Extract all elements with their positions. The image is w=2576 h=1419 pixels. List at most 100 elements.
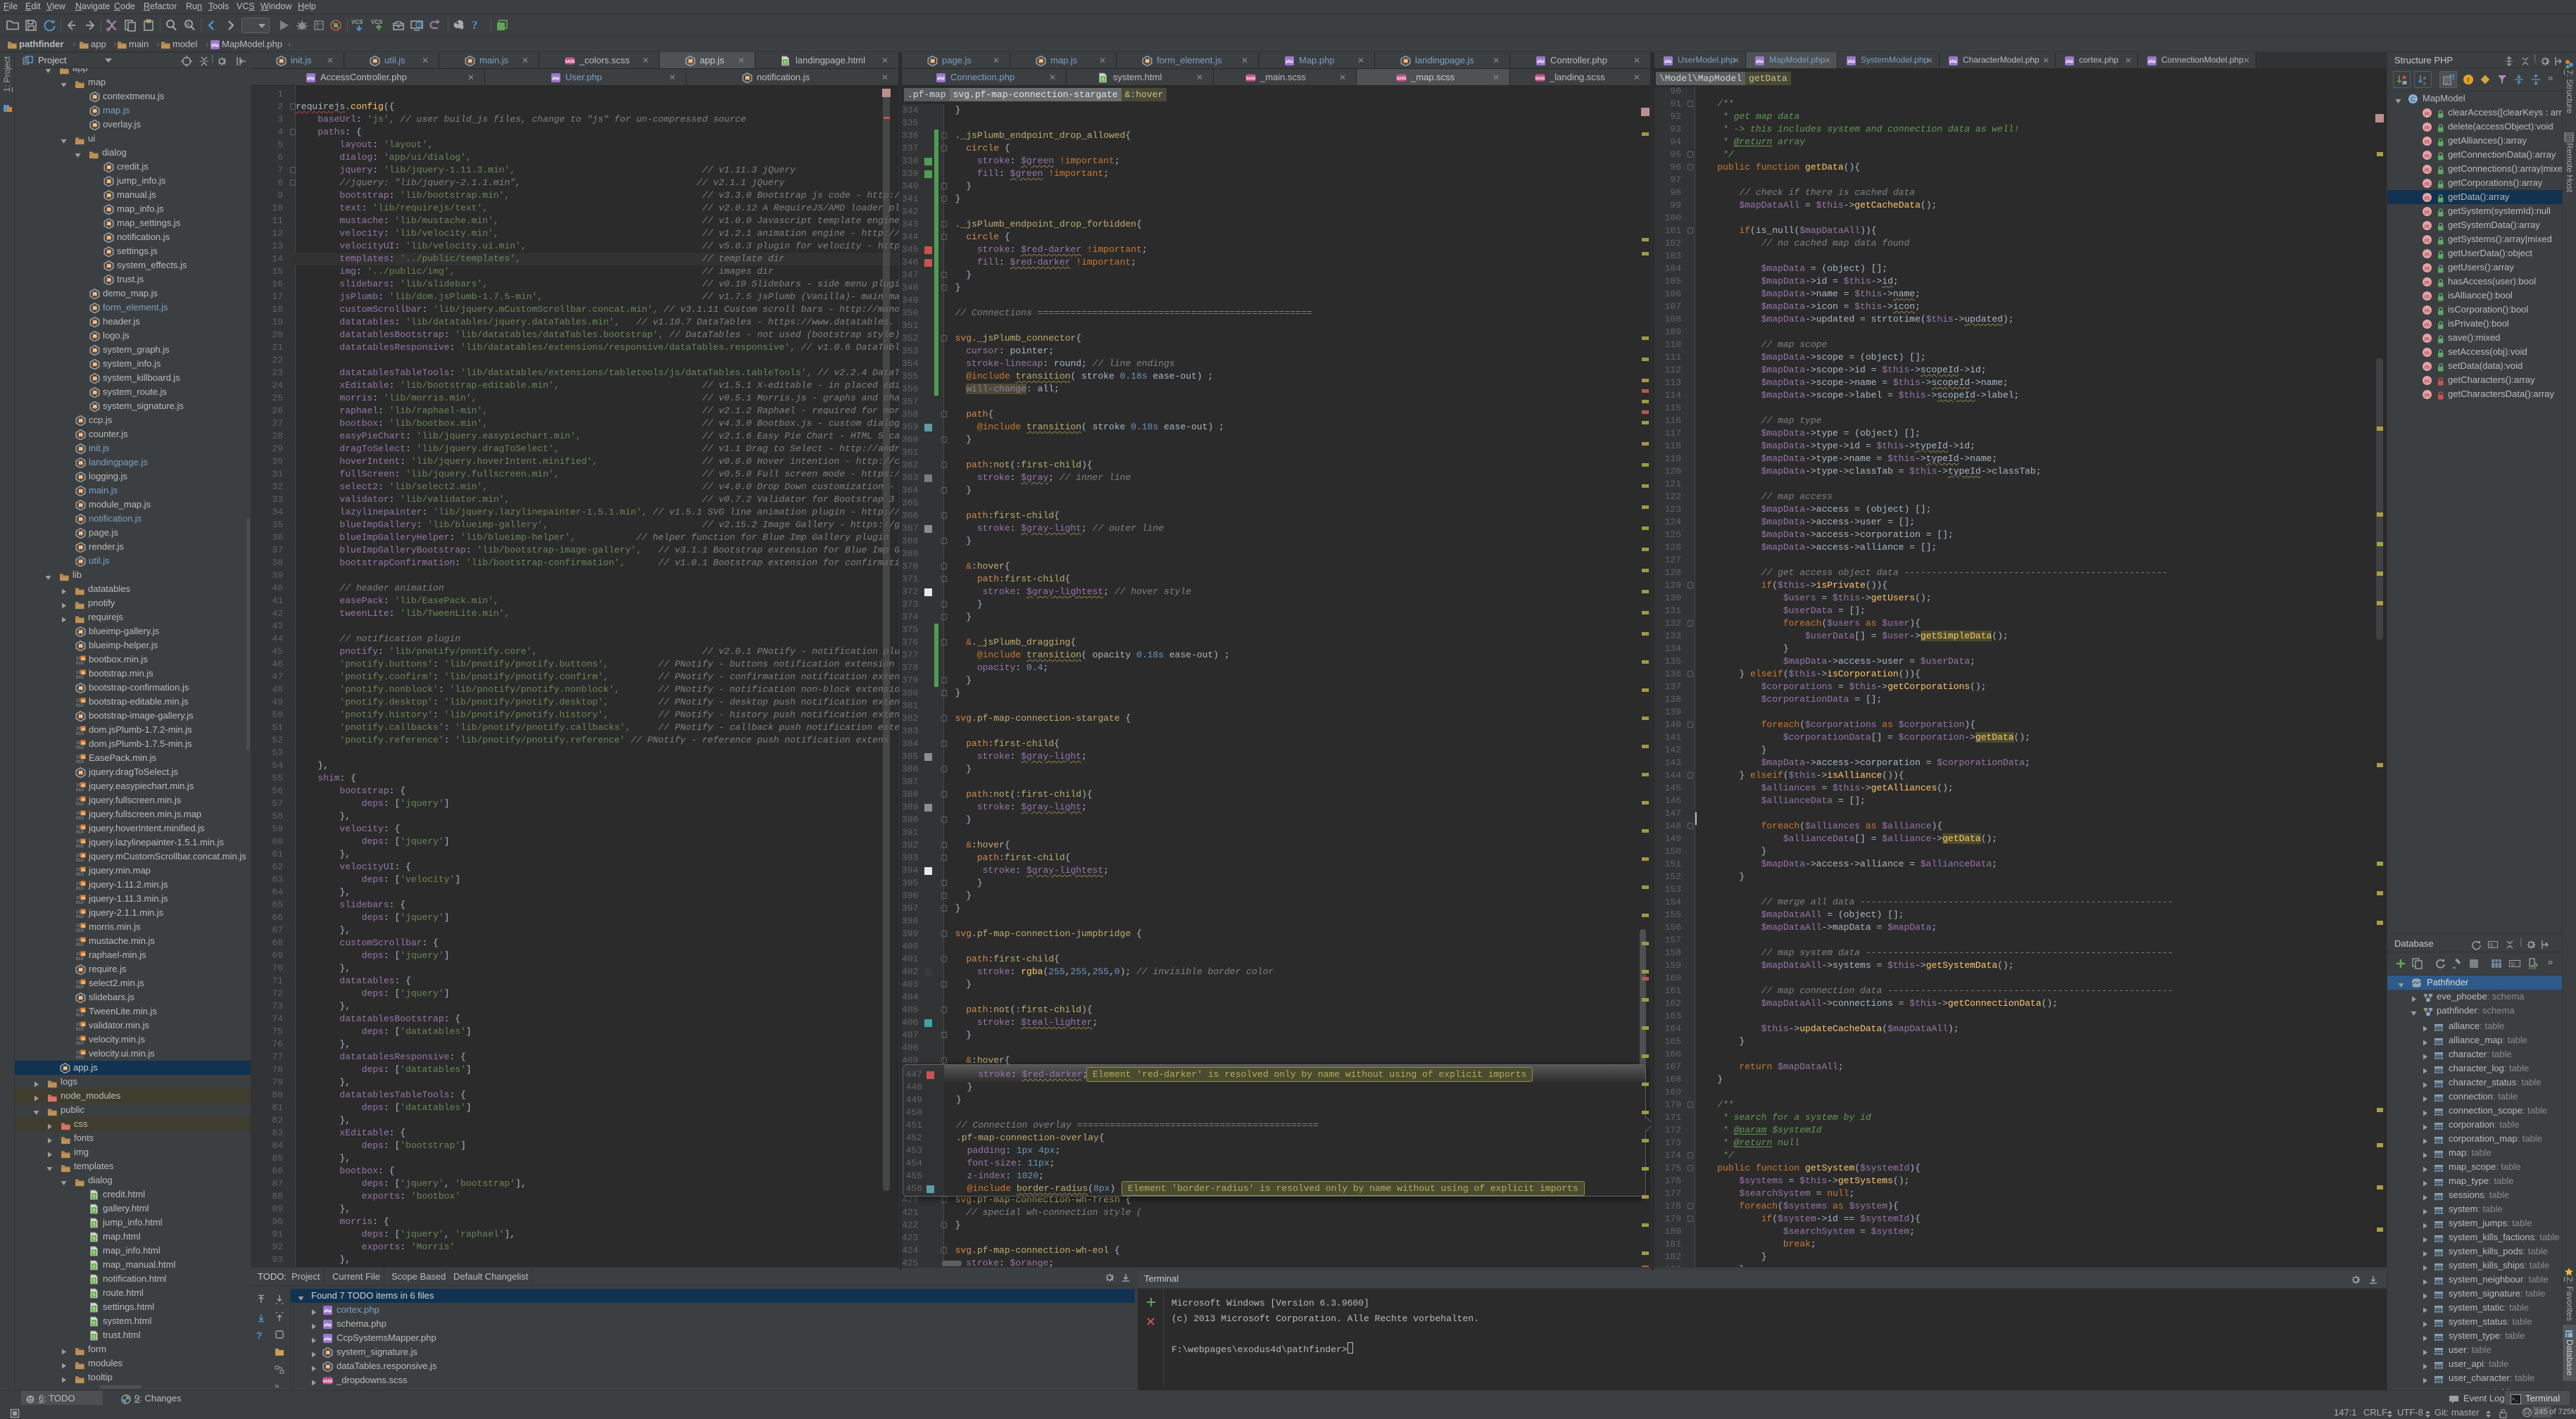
svg-text:JS: JS (279, 59, 284, 63)
svg-text:php: php (1286, 60, 1293, 64)
svg-text:php: php (1664, 60, 1672, 64)
svg-text:010: 010 (76, 759, 84, 764)
svg-text:JS: JS (92, 391, 97, 395)
svg-text:JS: JS (81, 869, 86, 873)
svg-text:JS: JS (688, 59, 693, 63)
svg-text:JS: JS (81, 784, 86, 788)
svg-text:JS: JS (81, 1009, 86, 1014)
svg-text:JS: JS (92, 109, 97, 113)
svg-text:VCS: VCS (351, 19, 363, 25)
svg-text:m: m (2425, 208, 2430, 215)
svg-text:010: 010 (76, 872, 84, 876)
svg-text:m: m (2425, 152, 2430, 159)
svg-text:JS: JS (92, 377, 97, 381)
svg-text:DDL: DDL (2529, 966, 2537, 970)
svg-text:SASS: SASS (323, 1380, 333, 1384)
svg-text:m: m (2425, 110, 2430, 117)
svg-text:JS: JS (1145, 59, 1150, 63)
svg-text:JS: JS (92, 95, 97, 99)
svg-text:010: 010 (76, 900, 84, 904)
svg-text:php: php (552, 77, 560, 81)
svg-text:JS: JS (81, 728, 86, 732)
svg-text:m: m (2425, 194, 2430, 201)
svg-text:JS: JS (81, 925, 86, 929)
svg-text:JS: JS (78, 560, 83, 564)
svg-text:JS: JS (78, 644, 83, 648)
svg-text:>_: >_ (2512, 1397, 2518, 1403)
svg-text:m: m (2425, 293, 2430, 300)
svg-text:m: m (2425, 321, 2430, 328)
svg-text:JS: JS (81, 1052, 86, 1056)
svg-text:JS: JS (106, 278, 111, 282)
svg-text:JS: JS (78, 686, 83, 690)
svg-text:010: 010 (76, 1027, 84, 1031)
svg-text:VCS: VCS (371, 19, 383, 25)
svg-text:010: 010 (76, 802, 84, 806)
svg-text:m: m (2425, 335, 2430, 342)
svg-text:010: 010 (76, 1041, 84, 1045)
svg-text:JS: JS (325, 1365, 330, 1369)
svg-text:JS: JS (78, 447, 83, 451)
svg-text:m: m (2425, 307, 2430, 314)
svg-text:JS: JS (81, 953, 86, 957)
svg-text:SASS: SASS (1397, 77, 1407, 81)
svg-text:JS: JS (92, 362, 97, 367)
svg-text:JS: JS (81, 911, 86, 915)
svg-text:010: 010 (76, 830, 84, 834)
svg-text:JS: JS (92, 292, 97, 296)
svg-text:m: m (2425, 377, 2430, 384)
svg-text:JS: JS (81, 854, 86, 859)
svg-text:010: 010 (76, 1013, 84, 1017)
svg-text:JS: JS (106, 222, 111, 226)
svg-text:JS: JS (930, 59, 935, 63)
svg-text:php: php (1949, 60, 1957, 64)
svg-text:m: m (2425, 124, 2430, 131)
svg-text:JS: JS (78, 630, 83, 634)
svg-text:php: php (307, 77, 315, 81)
svg-text:JS: JS (81, 742, 86, 746)
svg-text:010: 010 (76, 844, 84, 848)
svg-text:QL: QL (2511, 962, 2517, 967)
svg-text:JS: JS (81, 700, 86, 704)
svg-text:JS: JS (106, 165, 111, 170)
svg-text:php: php (324, 1323, 332, 1327)
svg-text:a: a (2423, 76, 2426, 81)
svg-text:JS: JS (81, 812, 86, 816)
svg-text:JS: JS (92, 320, 97, 324)
svg-text:m: m (2425, 391, 2430, 398)
svg-text:JS: JS (81, 756, 86, 760)
svg-text:m: m (2425, 349, 2430, 356)
svg-text:JS: JS (78, 461, 83, 465)
svg-text:JS: JS (78, 771, 83, 775)
svg-text:JS: JS (81, 897, 86, 901)
svg-text:JS: JS (78, 531, 83, 536)
svg-text:php: php (1756, 60, 1764, 64)
svg-text:JS: JS (106, 194, 111, 198)
svg-text:JS: JS (106, 264, 111, 268)
svg-text:JS: JS (92, 306, 97, 310)
svg-text:010: 010 (76, 816, 84, 820)
svg-text:010: 010 (76, 985, 84, 989)
svg-text:JS: JS (78, 714, 83, 719)
svg-text:m: m (2425, 180, 2430, 187)
svg-text:QL: QL (2489, 942, 2495, 947)
svg-text:SASS: SASS (565, 60, 575, 64)
svg-text:php: php (211, 44, 219, 48)
svg-text:JS: JS (92, 405, 97, 409)
svg-text:JS: JS (81, 883, 86, 887)
svg-text:010: 010 (76, 914, 84, 919)
svg-text:SASS: SASS (1535, 77, 1545, 81)
svg-text:m: m (2425, 363, 2430, 370)
svg-text:php: php (937, 77, 945, 81)
svg-text:JS: JS (106, 208, 111, 212)
svg-text:JS: JS (78, 996, 83, 1000)
svg-text:JS: JS (81, 840, 86, 845)
svg-text:JS: JS (78, 489, 83, 493)
svg-text:JS: JS (78, 968, 83, 972)
svg-text:010: 010 (76, 661, 84, 665)
svg-text:010: 010 (76, 745, 84, 750)
svg-text:JS: JS (78, 419, 83, 423)
svg-text:C: C (2411, 96, 2415, 103)
svg-text:z: z (2423, 82, 2426, 87)
svg-text:A: A (187, 23, 190, 27)
